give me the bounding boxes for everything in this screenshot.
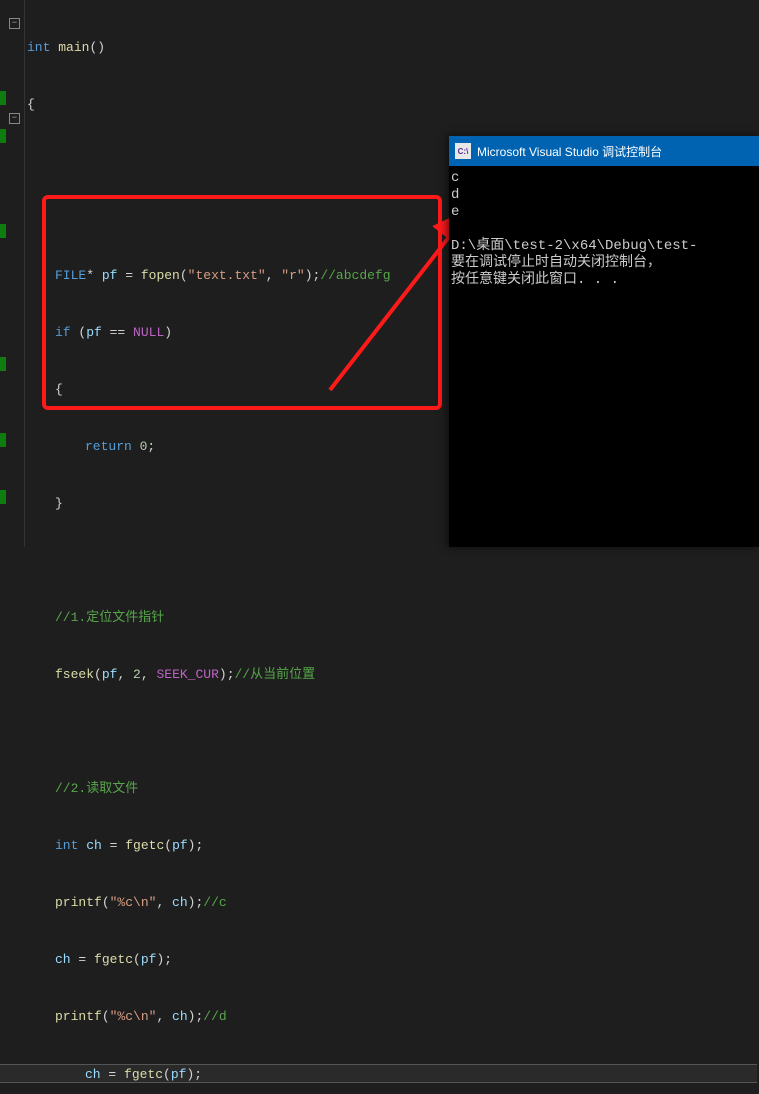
code-line: printf("%c\n", ch);//d: [25, 1007, 759, 1026]
current-line: ch = fgetc(pf);: [0, 1064, 757, 1083]
console-window[interactable]: C:\ Microsoft Visual Studio 调试控制台 cde D:…: [449, 136, 759, 547]
code-line: int main(): [25, 38, 759, 57]
marker: [0, 91, 6, 105]
console-titlebar[interactable]: C:\ Microsoft Visual Studio 调试控制台: [449, 136, 759, 166]
code-line: printf("%c\n", ch);//c: [25, 893, 759, 912]
code-line: int ch = fgetc(pf);: [25, 836, 759, 855]
console-title: Microsoft Visual Studio 调试控制台: [477, 143, 662, 160]
marker: [0, 129, 6, 143]
marker: [0, 357, 6, 371]
fold-toggle-icon[interactable]: −: [9, 18, 20, 29]
marker: [0, 490, 6, 504]
console-output: cde D:\桌面\test-2\x64\Debug\test-要在调试停止时自…: [449, 166, 759, 293]
code-line: [25, 551, 759, 570]
editor-gutter: − −: [0, 0, 25, 547]
code-line: //1.定位文件指针: [25, 608, 759, 627]
code-line: fseek(pf, 2, SEEK_CUR);//从当前位置: [25, 665, 759, 684]
code-line: ch = fgetc(pf);: [25, 950, 759, 969]
code-line: [25, 722, 759, 741]
code-line: //2.读取文件: [25, 779, 759, 798]
marker: [0, 224, 6, 238]
code-line: {: [25, 95, 759, 114]
console-app-icon: C:\: [455, 143, 471, 159]
fold-toggle-icon[interactable]: −: [9, 113, 20, 124]
marker: [0, 433, 6, 447]
